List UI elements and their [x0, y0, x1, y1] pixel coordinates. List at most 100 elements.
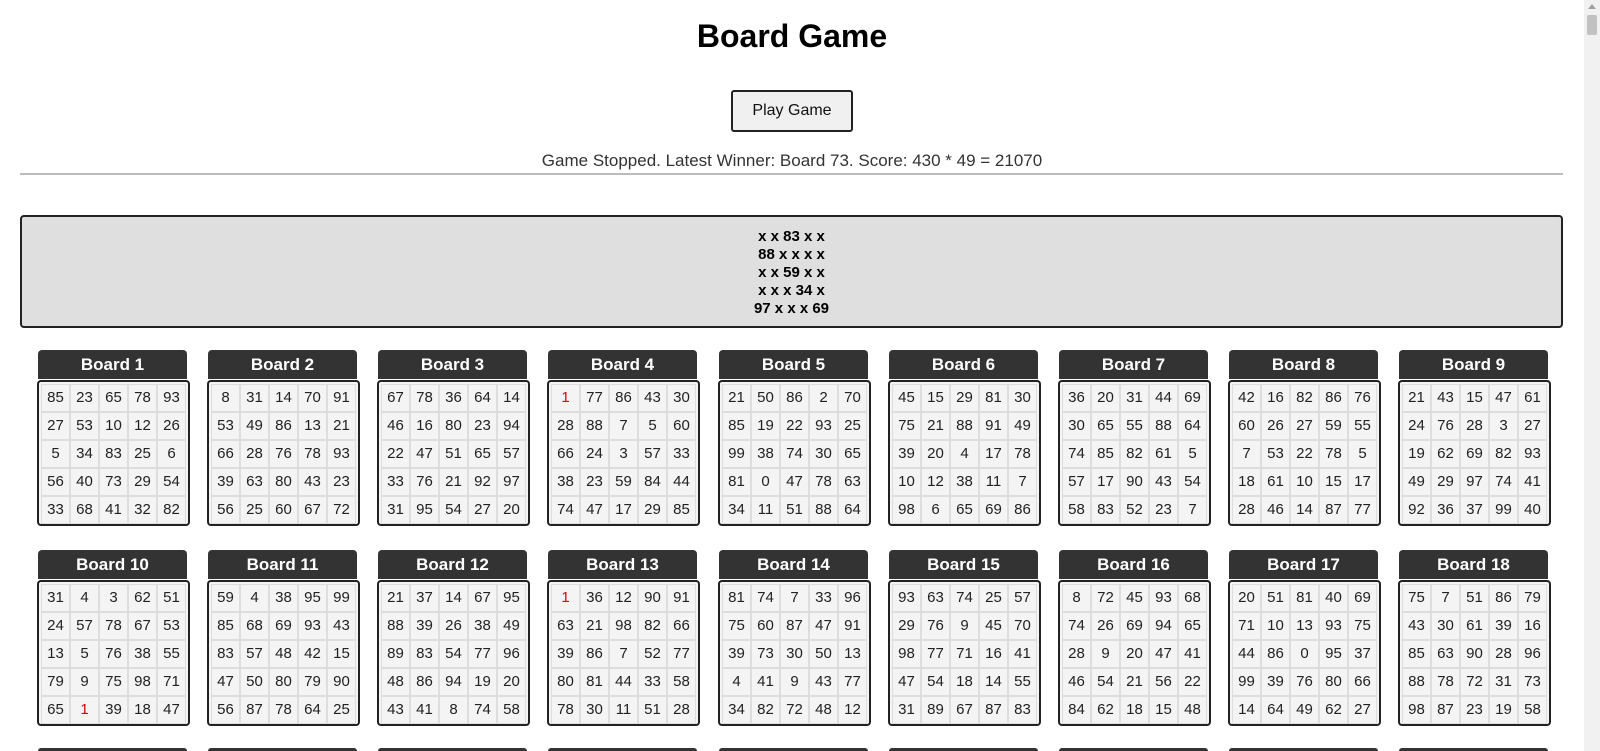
- board-cell: 19: [1402, 440, 1431, 468]
- board-grid-row: 39 63 80 43 23: [211, 468, 356, 496]
- board-cell: 59: [1319, 412, 1348, 440]
- board-cell: 78: [1008, 440, 1037, 468]
- board-cell: 20: [497, 496, 526, 524]
- board-card: Board 8 42 16 82 86 76 60 26 27 59 55 7 53 22 78 5 18 61 1…: [1228, 350, 1381, 526]
- board-cell: 78: [269, 696, 298, 724]
- board-grid-row: 29 76 9 45 70: [892, 612, 1037, 640]
- board-title: Board 8: [1229, 350, 1378, 379]
- board-cell: 28: [1489, 640, 1518, 668]
- board-cell: 96: [1518, 640, 1547, 668]
- board-card: Board 15 93 63 74 25 57 29 76 9 45 70 98 77 71 16 41 47 5…: [888, 550, 1041, 726]
- board-cell: 72: [780, 696, 809, 724]
- board-grid: 85 23 65 78 93 27 53 10 12 26 5 34 83 25 6 56 40 73 29 54 33…: [37, 380, 190, 526]
- board-cell: 85: [1402, 640, 1431, 668]
- board-cell: 77: [1348, 496, 1377, 524]
- board-grid-row: 8 31 14 70 91: [211, 384, 356, 412]
- board-cell: 36: [439, 384, 468, 412]
- board-grid-row: 1 77 86 43 30: [551, 384, 696, 412]
- board-cell: 78: [1431, 668, 1460, 696]
- scroll-up-arrow-icon[interactable]: [1588, 4, 1596, 9]
- board-cell: 14: [1232, 696, 1261, 724]
- board-cell: 21: [1402, 384, 1431, 412]
- board-grid-row: 28 46 14 87 77: [1232, 496, 1377, 524]
- board-cell: 95: [497, 584, 526, 612]
- board-cell: 30: [780, 640, 809, 668]
- board-cell: 63: [240, 468, 269, 496]
- board-cell: 96: [497, 640, 526, 668]
- board-cell: 24: [580, 440, 609, 468]
- board-cell: 79: [298, 668, 327, 696]
- board-cell: 34: [70, 440, 99, 468]
- board-cell: 14: [497, 384, 526, 412]
- board-title: Board 9: [1399, 350, 1548, 379]
- board-cell: 17: [1091, 468, 1120, 496]
- board-cell: 38: [551, 468, 580, 496]
- scroll-thumb[interactable]: [1587, 15, 1597, 35]
- board-cell: 85: [667, 496, 696, 524]
- board-cell: 43: [1402, 612, 1431, 640]
- play-game-button[interactable]: Play Game: [731, 90, 853, 132]
- board-cell: 63: [921, 584, 950, 612]
- board-card: Board 6 45 15 29 81 30 75 21 88 91 49 39 20 4 17 78 10 12…: [888, 350, 1041, 526]
- board-cell: 39: [1489, 612, 1518, 640]
- board-cell: 44: [667, 468, 696, 496]
- board-cell: 39: [722, 640, 751, 668]
- board-cell: 97: [497, 468, 526, 496]
- board-grid-row: 85 19 22 93 25: [722, 412, 867, 440]
- board-grid-row: 21 37 14 67 95: [381, 584, 526, 612]
- board-cell: 9: [70, 668, 99, 696]
- board-grid-row: 31 95 54 27 20: [381, 496, 526, 524]
- board-cell: 19: [751, 412, 780, 440]
- board-cell: 48: [269, 640, 298, 668]
- board-cell: 93: [892, 584, 921, 612]
- board-cell-marked: 1: [551, 384, 580, 412]
- board-cell: 88: [1149, 412, 1178, 440]
- winner-row: x x x 34 x: [758, 282, 825, 299]
- board-cell: 14: [439, 584, 468, 612]
- board-cell: 0: [751, 468, 780, 496]
- board-grid: 21 37 14 67 95 88 39 26 38 49 89 83 54 77 96 48 86 94 19 20…: [377, 580, 530, 726]
- board-cell: 22: [1178, 668, 1207, 696]
- board-card: Board 2 8 31 14 70 91 53 49 86 13 21 66 28 76 78 93 39 63…: [207, 350, 360, 526]
- page-scrollbar[interactable]: [1584, 0, 1600, 751]
- board-cell: 93: [809, 412, 838, 440]
- board-cell: 71: [950, 640, 979, 668]
- board-cell: 19: [1489, 696, 1518, 724]
- board-cell: 76: [1348, 384, 1377, 412]
- board-cell: 29: [638, 496, 667, 524]
- board-cell: 13: [298, 412, 327, 440]
- board-cell: 74: [1062, 440, 1091, 468]
- board-cell: 11: [979, 468, 1008, 496]
- board-grid-row: 66 28 76 78 93: [211, 440, 356, 468]
- board-cell: 64: [1178, 412, 1207, 440]
- board-cell: 86: [410, 668, 439, 696]
- board-cell: 63: [551, 612, 580, 640]
- board-cell: 13: [1290, 612, 1319, 640]
- board-cell: 30: [1062, 412, 1091, 440]
- board-cell: 28: [1232, 496, 1261, 524]
- board-cell: 47: [1149, 640, 1178, 668]
- board-grid-row: 56 40 73 29 54: [41, 468, 186, 496]
- board-cell: 51: [1460, 584, 1489, 612]
- board-cell: 57: [1008, 584, 1037, 612]
- board-cell: 69: [1460, 440, 1489, 468]
- board-cell: 26: [1091, 612, 1120, 640]
- board-grid-row: 47 50 80 79 90: [211, 668, 356, 696]
- board-cell: 15: [921, 384, 950, 412]
- board-cell: 80: [1319, 668, 1348, 696]
- board-grid-row: 34 11 51 88 64: [722, 496, 867, 524]
- board-cell: 84: [638, 468, 667, 496]
- board-cell: 86: [1319, 384, 1348, 412]
- board-cell: 23: [1149, 496, 1178, 524]
- board-cell: 83: [410, 640, 439, 668]
- board-cell: 43: [298, 468, 327, 496]
- board-cell: 66: [211, 440, 240, 468]
- board-cell: 49: [497, 612, 526, 640]
- board-cell: 17: [979, 440, 1008, 468]
- board-cell: 65: [99, 384, 128, 412]
- board-cell: 57: [240, 640, 269, 668]
- board-cell: 31: [892, 696, 921, 724]
- board-cell: 11: [751, 496, 780, 524]
- board-cell: 96: [838, 584, 867, 612]
- board-cell: 27: [1518, 412, 1547, 440]
